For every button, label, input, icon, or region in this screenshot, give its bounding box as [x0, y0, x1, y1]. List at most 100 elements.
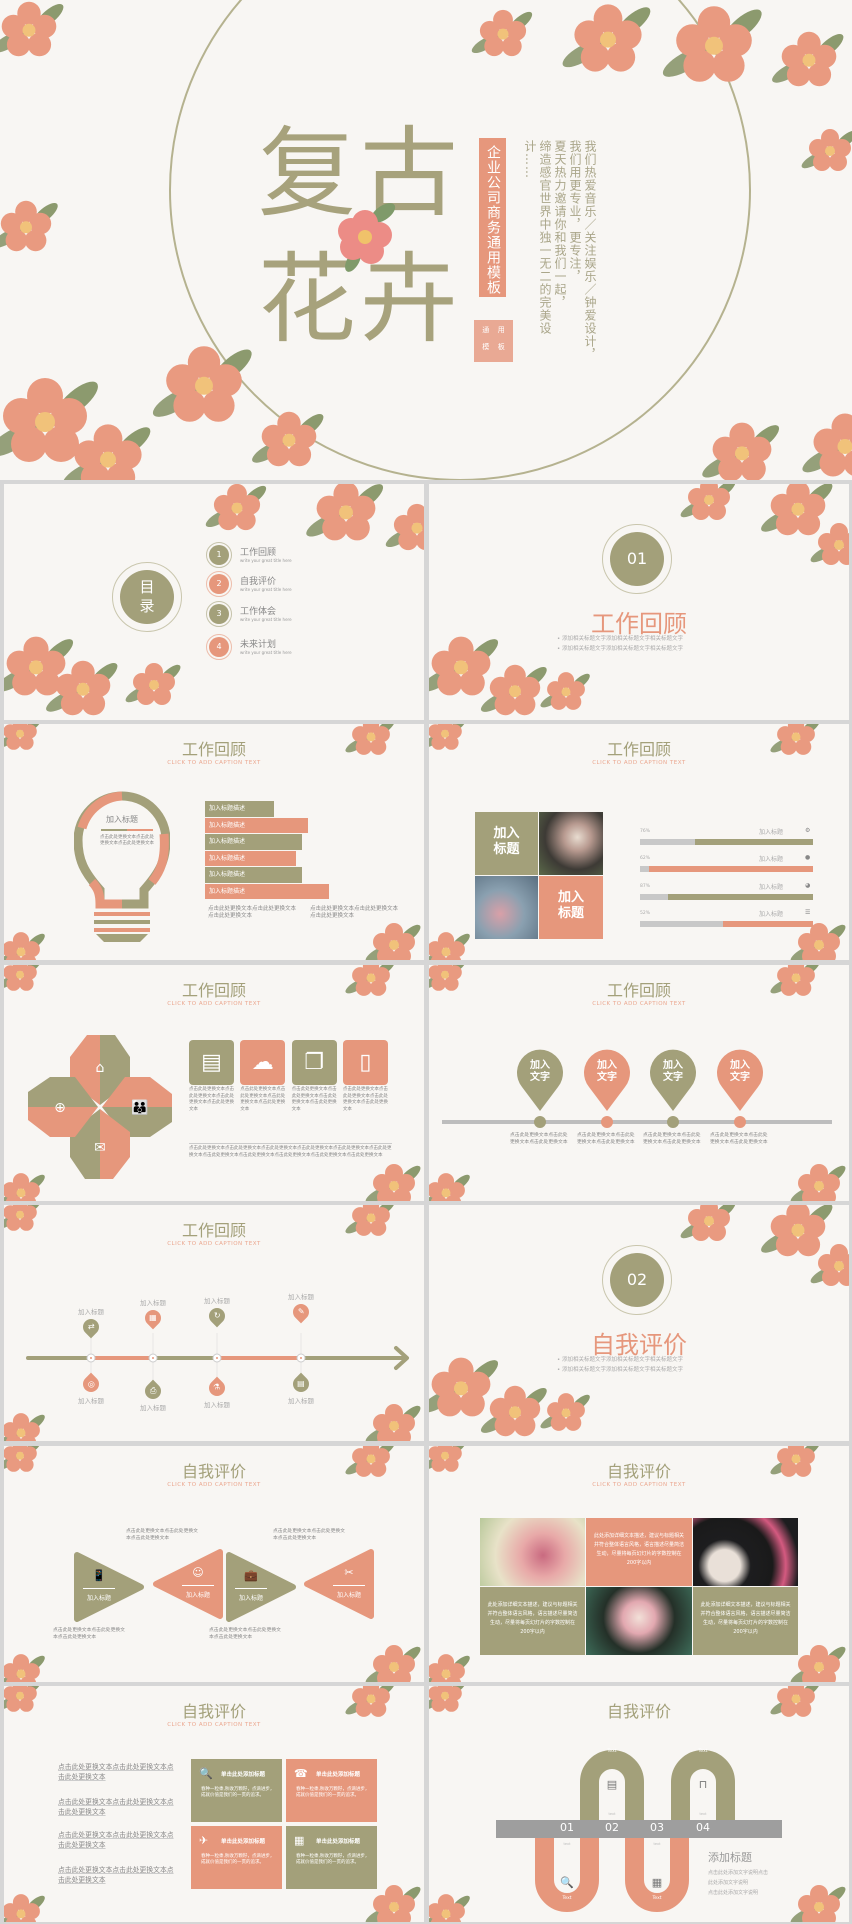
triangle-text: 点击此处更换文本点击此处更换文本点击此处更换文本 — [209, 1628, 281, 1640]
flower-decoration — [365, 1164, 421, 1201]
box-slide[interactable]: 自我评价 CLICK TO ADD CAPTION TEXT 点击此处更换文本点… — [4, 1686, 424, 1922]
side-title: 添加标题 — [708, 1851, 752, 1864]
telephone-icon: ☎ — [294, 1767, 308, 1780]
section-title: 工作回顾 — [591, 610, 687, 638]
toc-item-label[interactable]: 工作体会 — [240, 604, 276, 617]
presentation-board-icon[interactable]: ▤ — [189, 1040, 234, 1085]
section-01-slide[interactable]: 01 工作回顾 • 添加相关标题文字添加相关标题文字相关标题文字 • 添加相关标… — [429, 484, 849, 720]
briefcase-icon: 💼 — [244, 1569, 258, 1582]
photo-grid-slide[interactable]: 自我评价 CLICK TO ADD CAPTION TEXT 此处添加详细文本描… — [429, 1446, 849, 1682]
calendar-icon: ▦ — [651, 1876, 663, 1889]
bullet-text: 添加相关标题文字添加相关标题文字相关标题文字 — [562, 636, 684, 642]
triangle-card[interactable] — [152, 1548, 224, 1620]
section-bullet: • 添加相关标题文字添加相关标题文字相关标题文字 — [557, 1367, 684, 1373]
feature-box[interactable]: ☎ 单击此处添加标题 春种一粒黍,秋收万颗籽，点滴进步，成就价值是我们的一贯的追求。 — [286, 1759, 377, 1822]
box-text: 春种一粒黍,秋收万颗籽，点滴进步，成就价值是我们的一贯的追求。 — [201, 1787, 275, 1798]
flower-icon — [338, 203, 396, 272]
slide-caption: CLICK TO ADD CAPTION TEXT — [167, 1001, 261, 1007]
progress-track — [640, 839, 813, 845]
feature-box[interactable]: ▦ 单击此处添加标题 春种一粒黍,秋收万颗籽，点滴进步，成就价值是我们的一贯的追求。 — [286, 1826, 377, 1889]
timeline-label: 加入标题 — [204, 1401, 230, 1409]
triangle-text: 点击此处更换文本点击此处更换文本点击此处更换文本 — [53, 1628, 125, 1640]
bullet-text: 添加相关标题文字添加相关标题文字相关标题文字 — [562, 646, 684, 652]
seal-char: 用 — [497, 326, 505, 334]
hex-paragraph: 点击此处更换文本点击此处更换文本点击此处更换文本点击此处更换文本点击此处更换文本… — [189, 1146, 392, 1158]
door-icon[interactable]: ▯ — [342, 1040, 388, 1085]
bulb-title: 加入标题 — [106, 815, 138, 824]
timeline-label: 加入标题 — [288, 1397, 314, 1405]
flower-decoration — [46, 660, 118, 716]
slide-title: 工作回顾 — [181, 981, 246, 1000]
flower-decoration — [480, 1385, 547, 1437]
triangle-slide[interactable]: 自我评价 CLICK TO ADD CAPTION TEXT 📱 加入标题 点击此处… — [4, 1446, 424, 1682]
toc-number[interactable]: 3 — [209, 604, 229, 624]
progress-percent: 76% — [640, 829, 651, 834]
flower-decoration — [365, 923, 421, 960]
triangle-label: 加入标题 — [185, 1592, 210, 1599]
snake-slide[interactable]: 自我评价 01 Text text 🔍 02 Text text ▤ 03 Text text ▦ 04… — [429, 1686, 849, 1922]
card-text: 点击此处更换文本点击此处更换文本点击此处更换文本点击此处更换文本 — [240, 1087, 286, 1112]
slide-title: 自我评价 — [181, 1462, 246, 1481]
progress-label: 加入标题 — [759, 910, 784, 918]
triangle-text: 点击此处更换文本点击此处更换文本点击此处更换文本 — [273, 1529, 345, 1541]
calculator-icon: ▦ — [294, 1834, 305, 1847]
toc-number[interactable]: 1 — [209, 545, 229, 565]
triangle-card[interactable] — [225, 1551, 297, 1623]
triangle-label: 加入标题 — [86, 1595, 111, 1602]
toc-item-label[interactable]: 自我评价 — [240, 574, 276, 587]
toc-item-sub: write your great title here — [240, 617, 292, 622]
progress-slide[interactable]: 工作回顾 CLICK TO ADD CAPTION TEXT 加入标题 加入标题… — [429, 724, 849, 960]
box-title: 单击此处添加标题 — [316, 1839, 361, 1845]
slide-caption: CLICK TO ADD CAPTION TEXT — [167, 1722, 261, 1728]
toc-number[interactable]: 4 — [209, 637, 229, 657]
side-text: 点击此处添加文字说明点击 此处添加文字说明 点击此处添加文字说明 — [708, 1868, 768, 1898]
flower-decoration — [680, 484, 736, 520]
bulb-note: 点击此处更换文本点击此处更换文本点击此处更换文本 — [310, 906, 399, 919]
feature-box[interactable]: 🔍 单击此处添加标题 春种一粒黍,秋收万颗籽，点滴进步，成就价值是我们的一贯的追求。 — [191, 1759, 282, 1822]
flower-decoration — [4, 1654, 45, 1682]
section-02-slide[interactable]: 02 自我评价 • 添加相关标题文字添加相关标题文字相关标题文字 • 添加相关标… — [429, 1205, 849, 1441]
triangle-card[interactable] — [73, 1551, 145, 1623]
toc-item-sub: write your great title here — [240, 558, 292, 563]
bar-label: 加入标题描述 — [205, 883, 329, 899]
hexagon-cluster: ⌂ 👪 ✉ ⊕ — [28, 1035, 172, 1179]
toc-number[interactable]: 2 — [209, 574, 229, 594]
timeline-label: 加入标题 — [140, 1404, 166, 1412]
list-icon: ☰ — [805, 908, 811, 916]
bulb-slide[interactable]: 工作回顾 CLICK TO ADD CAPTION TEXT 加入标题 点击此处… — [4, 724, 424, 960]
flower-decoration — [680, 1205, 736, 1241]
progress-label: 加入标题 — [759, 883, 784, 891]
bullet-text: 添加相关标题文字添加相关标题文字相关标题文字 — [562, 1357, 684, 1363]
pin-label: 加入文字 — [663, 1060, 683, 1083]
flower-decoration — [429, 1654, 470, 1682]
toc-item-label[interactable]: 工作回顾 — [240, 545, 276, 558]
divider — [235, 1588, 267, 1589]
section-bullet: • 添加相关标题文字添加相关标题文字相关标题文字 — [557, 636, 684, 642]
timeline-label: 加入标题 — [78, 1397, 104, 1405]
bulb-note: 点击此处更换文本点击此处更换文本点击此处更换文本 — [208, 906, 297, 919]
toc-item-label[interactable]: 未来计划 — [240, 637, 276, 650]
step-label: Text — [652, 1896, 662, 1901]
step-number: 02 — [605, 1821, 619, 1834]
hex-slide[interactable]: 工作回顾 CLICK TO ADD CAPTION TEXT ⌂ 👪 ✉ ⊕ ▤ 点击此… — [4, 965, 424, 1201]
triangle-card[interactable] — [303, 1548, 375, 1620]
grid-text: 此处添加详细文本描述，建议与标题相关并符合整体语言风格，语言描述尽量简洁生动，尽… — [693, 1587, 798, 1655]
lightbulb-icon — [74, 791, 170, 942]
triangle-label: 加入标题 — [336, 1592, 361, 1599]
pin-label: 加入文字 — [730, 1060, 750, 1083]
layers-icon[interactable]: ❐ — [291, 1040, 337, 1085]
cover-slide[interactable]: 复古 花卉 企业公司商务通用模板 通 用 模 板 我们热爱音乐／关注娱乐／钟爱设… — [0, 0, 852, 480]
divider — [333, 1585, 365, 1586]
pie-chart-icon: ◕ — [805, 881, 811, 889]
flower-decoration — [4, 636, 74, 696]
step-number: 04 — [696, 1821, 710, 1834]
feature-box[interactable]: ✈ 单击此处添加标题 春种一粒黍,秋收万颗籽，点滴进步，成就价值是我们的一贯的追求。 — [191, 1826, 282, 1889]
speech-bubble-icon[interactable]: ☁ — [240, 1040, 286, 1085]
divider — [189, 1143, 392, 1144]
step-label: Text — [698, 1749, 708, 1754]
toc-slide[interactable]: 目 录 1 工作回顾 write your great title here 2 自我评… — [4, 484, 424, 720]
cover-subtitle: 企业公司商务通用模板 — [479, 138, 506, 297]
pin-slide[interactable]: 工作回顾 CLICK TO ADD CAPTION TEXT 加入文字 点击此处更… — [429, 965, 849, 1201]
timeline-slide[interactable]: 工作回顾 CLICK TO ADD CAPTION TEXT ⇄ 加入标题 ◎ 加入标… — [4, 1205, 424, 1441]
family-icon: 👪 — [131, 1099, 148, 1116]
